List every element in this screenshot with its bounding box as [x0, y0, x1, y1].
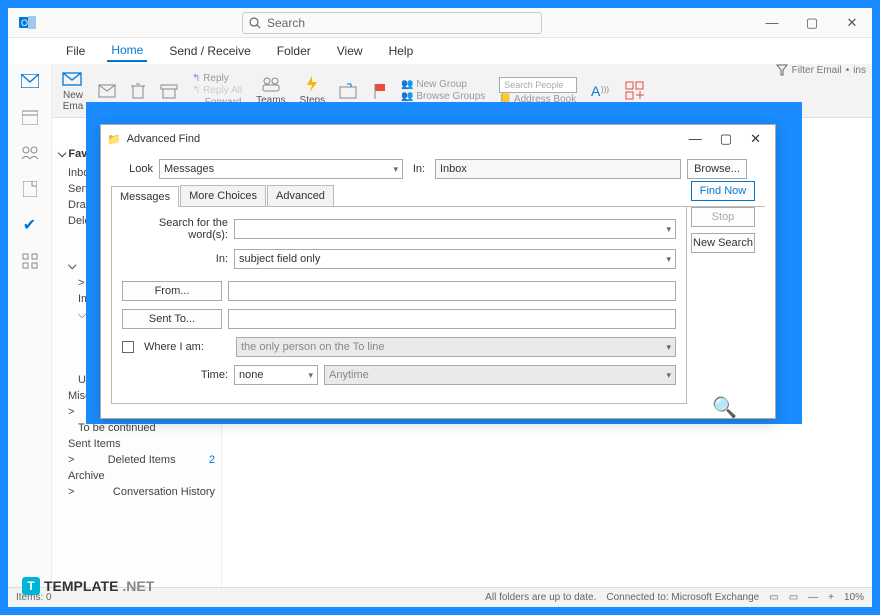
dialog-tabs: Messages More Choices Advanced: [111, 185, 765, 207]
menu-file[interactable]: File: [62, 41, 89, 61]
tab-advanced[interactable]: Advanced: [267, 185, 334, 206]
mail-icon[interactable]: [98, 82, 116, 100]
find-now-button[interactable]: Find Now: [691, 181, 755, 201]
dialog-maximize-button[interactable]: ▢: [720, 131, 732, 147]
view-reading-icon[interactable]: ▭: [789, 592, 798, 603]
browse-groups-button[interactable]: 👥 Browse Groups: [401, 91, 485, 102]
menu-view[interactable]: View: [333, 41, 367, 61]
rail-more-icon[interactable]: [19, 250, 41, 272]
titlebar: O Search — ▢ ✕: [8, 8, 872, 38]
svg-text:A: A: [591, 83, 601, 99]
rail-mail-icon[interactable]: [19, 70, 41, 92]
outlook-logo-icon: O: [14, 9, 42, 37]
where-i-am-checkbox[interactable]: [122, 341, 134, 353]
folder-archive[interactable]: Archive: [52, 468, 221, 484]
menubar: File Home Send / Receive Folder View Hel…: [8, 38, 872, 64]
tab-more-choices[interactable]: More Choices: [180, 185, 266, 206]
filter-icon: [776, 64, 788, 76]
reply-button[interactable]: ↰ Reply: [192, 73, 242, 84]
zoom-level: 10%: [844, 592, 864, 603]
search-words-input[interactable]: ▾: [234, 219, 676, 239]
close-button[interactable]: ✕: [832, 8, 872, 38]
sent-to-button[interactable]: Sent To...: [122, 309, 222, 329]
flag-icon[interactable]: [373, 82, 387, 100]
folder-convhist[interactable]: > Conversation History: [52, 484, 221, 500]
dialog-title: Advanced Find: [127, 133, 200, 145]
status-uptodate: All folders are up to date.: [485, 592, 596, 603]
dialog-minimize-button[interactable]: —: [689, 131, 702, 147]
magnifier-icon: 🔍: [712, 395, 737, 420]
new-email-icon: [62, 70, 84, 88]
menu-help[interactable]: Help: [385, 41, 418, 61]
rail-calendar-icon[interactable]: [19, 106, 41, 128]
stop-button[interactable]: Stop: [691, 207, 755, 227]
new-group-button[interactable]: 👥 New Group: [401, 79, 485, 90]
in-field-label: In:: [122, 253, 228, 265]
view-normal-icon[interactable]: ▭: [769, 592, 778, 603]
teams-icon: [261, 75, 281, 93]
from-button[interactable]: From...: [122, 281, 222, 301]
new-email-button[interactable]: New Ema: [62, 70, 84, 112]
dialog-close-button[interactable]: ✕: [750, 131, 761, 147]
menu-home[interactable]: Home: [107, 40, 147, 62]
browse-button[interactable]: Browse...: [687, 159, 747, 179]
tab-messages[interactable]: Messages: [111, 186, 179, 207]
delete-icon[interactable]: [130, 82, 146, 100]
in-folder-display: Inbox: [435, 159, 681, 179]
left-rail: ✔: [8, 64, 52, 587]
in-field-select[interactable]: subject field only▾: [234, 249, 676, 269]
svg-text:))): ))): [601, 85, 609, 94]
search-people-input[interactable]: Search People: [499, 77, 577, 93]
apps-icon[interactable]: [625, 81, 645, 101]
dialog-titlebar: 📁 Advanced Find — ▢ ✕: [101, 125, 775, 153]
rail-todo-icon[interactable]: ✔: [19, 214, 41, 236]
where-i-am-label: Where I am:: [144, 341, 230, 353]
folder-search-icon: 📁: [107, 133, 121, 146]
search-words-label: Search for the word(s):: [122, 217, 228, 241]
folder-move-icon: [339, 82, 359, 100]
sent-to-input[interactable]: [228, 309, 676, 329]
maximize-button[interactable]: ▢: [792, 8, 832, 38]
look-select[interactable]: Messages▾: [159, 159, 403, 179]
look-label: Look: [111, 163, 153, 175]
new-search-button[interactable]: New Search: [691, 233, 755, 253]
move-button[interactable]: [339, 82, 359, 100]
read-aloud-button[interactable]: A))): [591, 82, 611, 100]
menu-sendreceive[interactable]: Send / Receive: [165, 41, 254, 61]
folder-sentitems[interactable]: Sent Items: [52, 436, 221, 452]
filter-email-button[interactable]: Filter Email • ins: [776, 64, 866, 76]
search-icon: [249, 17, 261, 29]
in-label: In:: [409, 163, 429, 175]
svg-text:O: O: [21, 18, 28, 28]
time-range-select: Anytime▾: [324, 365, 676, 385]
menu-folder[interactable]: Folder: [273, 41, 315, 61]
status-connected: Connected to: Microsoft Exchange: [606, 592, 759, 603]
folder-deleted[interactable]: > Deleted Items2: [52, 452, 221, 468]
search-placeholder: Search: [267, 16, 305, 30]
rail-people-icon[interactable]: [19, 142, 41, 164]
minimize-button[interactable]: —: [752, 8, 792, 38]
from-input[interactable]: [228, 281, 676, 301]
global-search-input[interactable]: Search: [242, 12, 542, 34]
archive-icon[interactable]: [160, 82, 178, 100]
time-select[interactable]: none▾: [234, 365, 318, 385]
watermark-logo-icon: T: [22, 577, 40, 595]
advanced-find-dialog: 📁 Advanced Find — ▢ ✕ Look Messages▾ In:…: [100, 124, 776, 419]
rail-files-icon[interactable]: [19, 178, 41, 200]
where-i-am-select: the only person on the To line▾: [236, 337, 676, 357]
lightning-icon: [305, 75, 319, 93]
time-label: Time:: [122, 369, 228, 381]
groups: 👥 New Group 👥 Browse Groups: [401, 79, 485, 102]
find-group: Search People 📒 Address Book: [499, 77, 577, 105]
read-aloud-icon: A))): [591, 82, 611, 100]
window-controls: — ▢ ✕: [752, 8, 872, 38]
watermark: T TEMPLATE.NET: [22, 577, 154, 595]
